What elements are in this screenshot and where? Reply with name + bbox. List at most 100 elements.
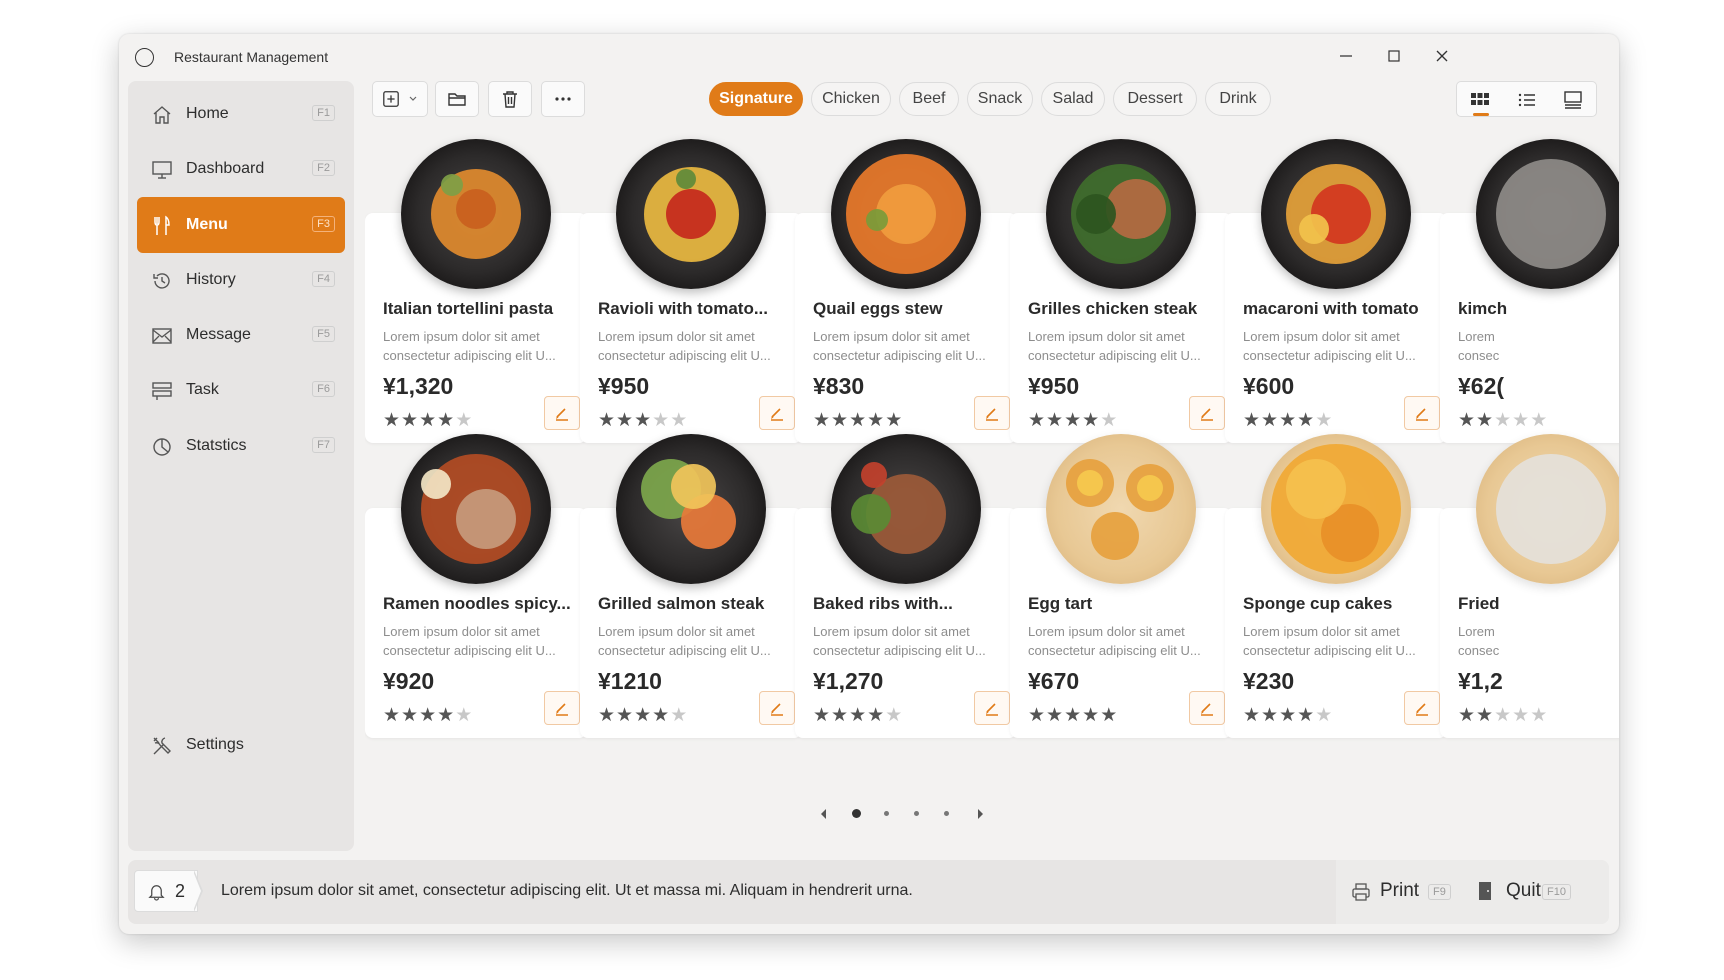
food-shape (456, 489, 516, 549)
sidebar-item-dashboard[interactable]: Dashboard F2 (137, 141, 345, 197)
sidebar-item-statistics[interactable]: Statstics F7 (137, 418, 345, 474)
dish-description-line: consectetur adipiscing elit U... (383, 643, 556, 658)
star-icon: ★ (401, 705, 420, 726)
sidebar-item-history[interactable]: History F4 (137, 252, 345, 308)
shortcut-key: F2 (312, 160, 335, 176)
category-chicken[interactable]: Chicken (811, 82, 891, 116)
shortcut-key: F3 (312, 216, 335, 232)
edit-dish-button[interactable] (1189, 396, 1225, 430)
task-icon (152, 382, 172, 400)
food-shape (1496, 454, 1606, 564)
shortcut-key: F6 (312, 381, 335, 397)
star-icon: ★ (1512, 410, 1531, 431)
sidebar-item-label: History (186, 271, 236, 288)
dish-image (616, 139, 766, 289)
sidebar-item-label: Task (186, 381, 219, 398)
pencil-icon (1201, 408, 1213, 421)
maximize-button[interactable] (1371, 40, 1417, 72)
edit-dish-button[interactable] (544, 691, 580, 725)
list-view-button[interactable] (1507, 85, 1547, 115)
minimize-button[interactable] (1323, 40, 1369, 72)
star-icon: ★ (1297, 410, 1316, 431)
edit-dish-button[interactable] (1189, 691, 1225, 725)
edit-dish-button[interactable] (544, 396, 580, 430)
dish-description-line: Lorem ipsum dolor sit amet (1028, 624, 1185, 639)
star-icon: ★ (437, 410, 456, 431)
dish-description-line: consectetur adipiscing elit U... (383, 348, 556, 363)
dish-name: Italian tortellini pasta (383, 299, 554, 318)
page-dot-4[interactable] (944, 811, 949, 816)
star-icon: ★ (1476, 705, 1495, 726)
quit-button[interactable]: Quit F10 (1464, 860, 1609, 924)
sidebar-item-message[interactable]: Message F5 (137, 307, 345, 363)
sidebar-item-settings[interactable]: Settings (137, 717, 345, 773)
category-signature[interactable]: Signature (709, 82, 803, 116)
print-button[interactable]: Print F9 (1336, 860, 1464, 924)
open-folder-button[interactable] (435, 81, 479, 117)
dish-name: kimch (1458, 299, 1508, 318)
sidebar-item-menu[interactable]: Menu F3 (137, 197, 345, 253)
page-dot-3[interactable] (914, 811, 919, 816)
sidebar-item-home[interactable]: Home F1 (137, 86, 345, 142)
dish-rating: ★★★★★ (383, 409, 473, 432)
dish-description-line: consectetur adipiscing elit U... (1243, 348, 1416, 363)
pencil-icon (556, 703, 568, 716)
category-beef[interactable]: Beef (899, 82, 959, 116)
edit-dish-button[interactable] (1404, 396, 1440, 430)
edit-dish-button[interactable] (974, 691, 1010, 725)
page-dot-2[interactable] (884, 811, 889, 816)
category-drink[interactable]: Drink (1205, 82, 1271, 116)
dish-price: ¥1,320 (383, 373, 454, 399)
star-icon: ★ (616, 705, 635, 726)
dish-description: Lorem ipsum dolor sit amet consectetur ad… (598, 327, 794, 365)
monitor-icon (152, 161, 172, 179)
grid-icon (1471, 93, 1489, 105)
shortcut-key: F5 (312, 326, 335, 342)
sidebar-item-task[interactable]: Task F6 (137, 362, 345, 418)
edit-dish-button[interactable] (974, 396, 1010, 430)
dish-price: ¥950 (598, 373, 650, 399)
edit-dish-button[interactable] (759, 396, 795, 430)
notification-count: 2 (175, 881, 186, 901)
edit-dish-button[interactable] (1404, 691, 1440, 725)
status-bar: 2 Lorem ipsum dolor sit amet, consectetu… (128, 860, 1609, 924)
add-item-button[interactable] (372, 81, 428, 117)
food-shape (1299, 214, 1329, 244)
dish-description: Lorem ipsum dolor sit amet consectetur ad… (383, 327, 579, 365)
delete-button[interactable] (488, 81, 532, 117)
notification-button[interactable]: 2 (134, 870, 198, 912)
star-icon: ★ (1512, 705, 1531, 726)
star-icon: ★ (1243, 705, 1262, 726)
dish-name: Quail eggs stew (813, 299, 943, 318)
category-dessert[interactable]: Dessert (1113, 82, 1197, 116)
sidebar-item-label: Home (186, 105, 229, 122)
star-icon: ★ (1046, 410, 1065, 431)
page-dot-1[interactable] (852, 809, 861, 818)
previous-page-button[interactable] (816, 806, 832, 822)
star-icon: ★ (831, 410, 850, 431)
dish-name: macaroni with tomato (1243, 299, 1419, 318)
detail-view-button[interactable] (1553, 85, 1593, 115)
star-icon: ★ (455, 410, 474, 431)
dish-price: ¥230 (1243, 668, 1295, 694)
dish-price: ¥1210 (598, 668, 662, 694)
dish-description: Lorem consec (1458, 622, 1619, 660)
dish-price: ¥950 (1028, 373, 1080, 399)
food-shape (1091, 512, 1139, 560)
close-button[interactable] (1419, 40, 1465, 72)
category-salad[interactable]: Salad (1041, 82, 1105, 116)
dish-description-line: Lorem (1458, 329, 1495, 344)
dish-description-line: Lorem ipsum dolor sit amet (813, 329, 970, 344)
pencil-icon (556, 408, 568, 421)
more-options-button[interactable] (541, 81, 585, 117)
edit-dish-button[interactable] (759, 691, 795, 725)
grid-view-button[interactable] (1460, 85, 1500, 116)
star-icon: ★ (1100, 410, 1119, 431)
active-indicator (1473, 113, 1489, 116)
food-shape (861, 462, 887, 488)
dish-image (1261, 139, 1411, 289)
food-shape (1496, 159, 1606, 269)
category-snack[interactable]: Snack (967, 82, 1033, 116)
star-icon: ★ (1458, 705, 1477, 726)
next-page-button[interactable] (972, 806, 988, 822)
